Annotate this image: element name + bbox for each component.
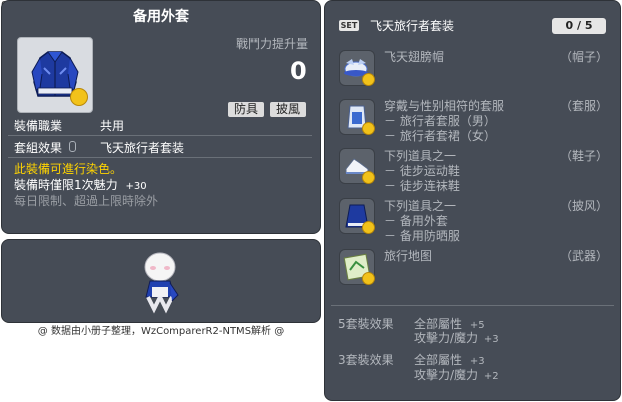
- charm-value: +30: [125, 181, 147, 192]
- stat-value: +2: [483, 371, 499, 382]
- set-effect-stat: 攻擊力/魔力 +2: [414, 368, 499, 384]
- stat-name: 全部屬性: [414, 317, 463, 331]
- lock-icon: [69, 141, 76, 152]
- stat-name: 攻擊力/魔力: [414, 331, 479, 345]
- set-item-slot: （武器）: [560, 249, 609, 263]
- set-item-option: － 备用防晒服: [384, 229, 460, 243]
- power-value: 0: [290, 57, 307, 85]
- set-item-option: － 徒步运动鞋: [384, 164, 460, 178]
- set-title: 飞天旅行者套装: [370, 19, 455, 33]
- tag-armor: 防具: [228, 102, 264, 117]
- set-count-badge: 0 / 5: [552, 18, 606, 34]
- divider: [8, 157, 312, 158]
- set-item-icon-hat: [339, 50, 375, 86]
- set-item-name: 飞天翅膀帽: [384, 50, 445, 64]
- stat-name: 全部屬性: [414, 353, 463, 367]
- divider: [8, 135, 312, 136]
- set-item-name: 下列道具之一: [384, 149, 457, 163]
- set-item-name: 穿戴与性别相符的套服: [384, 99, 505, 113]
- divider: [331, 305, 614, 306]
- tag-cape: 披風: [270, 102, 306, 117]
- set-item-name: 下列道具之一: [384, 199, 457, 213]
- set-label: 套組效果: [14, 141, 63, 155]
- stat-name: 攻擊力/魔力: [414, 368, 479, 382]
- set-item-option: － 备用外套: [384, 214, 448, 228]
- set-item-slot: （帽子）: [560, 50, 609, 64]
- stat-value: +3: [483, 334, 499, 345]
- set-badge: SET: [339, 20, 359, 31]
- set-item-slot: （披风）: [560, 199, 609, 213]
- set-item-name: 旅行地图: [384, 249, 433, 263]
- credit-text: @ 数据由小册子整理，WzComparerR2-NTMS解析 @: [37, 326, 285, 337]
- set-item-icon-overall: [339, 99, 375, 135]
- set-effect-stat: 全部屬性 +3: [414, 353, 485, 369]
- set-item-option: － 旅行者套服（男）: [384, 114, 496, 128]
- set-value: 飞天旅行者套装: [100, 141, 185, 155]
- coin-badge-icon: [362, 272, 375, 285]
- character-avatar: [144, 252, 179, 314]
- coin-badge-icon: [362, 171, 375, 184]
- charm-label: 裝備時僅限1次魅力: [14, 178, 118, 192]
- limit-text: 每日限制、超過上限時除外: [14, 194, 159, 208]
- set-item-option: － 徒步连袜鞋: [384, 179, 460, 193]
- set-item-slot: （鞋子）: [560, 149, 609, 163]
- power-label: 戰鬥力提升量: [236, 37, 309, 51]
- job-value: 共用: [100, 119, 125, 133]
- coin-badge-icon: [362, 122, 375, 135]
- stat-value: +5: [469, 320, 485, 331]
- set-item-slot: （套服）: [560, 99, 609, 113]
- set-item-icon-cape: [339, 198, 375, 234]
- set-item-icon-map: [339, 249, 375, 285]
- set-item-option: － 旅行者套裙（女）: [384, 129, 496, 143]
- stat-value: +3: [469, 356, 485, 367]
- job-label: 裝備職業: [14, 119, 63, 133]
- charm-text: 裝備時僅限1次魅力 +30: [14, 178, 147, 194]
- set-effect-label: 5套裝效果: [338, 317, 394, 331]
- item-title: 备用外套: [133, 9, 189, 25]
- coin-badge-icon: [362, 73, 375, 86]
- set-effect-stat: 攻擊力/魔力 +3: [414, 331, 499, 347]
- set-item-icon-shoes: [339, 148, 375, 184]
- dye-notice: 此裝備可進行染色。: [14, 162, 123, 176]
- item-icon-frame: [17, 37, 93, 113]
- coin-badge-icon: [362, 221, 375, 234]
- coin-badge-icon: [70, 88, 88, 106]
- set-effect-label: 3套裝效果: [338, 353, 394, 367]
